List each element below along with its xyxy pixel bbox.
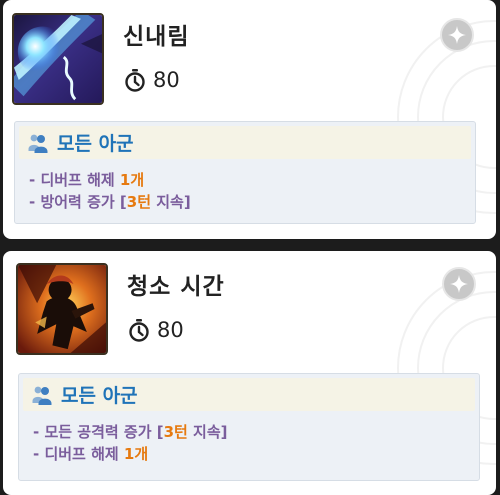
cooldown: 80: [123, 68, 180, 92]
effect-line: - 모든 공격력 증가 [3턴 지속]: [33, 423, 228, 441]
stopwatch-icon: [129, 319, 149, 342]
effect-line: - 디버프 해제 1개: [33, 445, 149, 463]
shadow-figure-icon: [16, 263, 108, 355]
cooldown-value: 80: [157, 318, 184, 342]
allies-icon: [32, 386, 52, 405]
cooldown-value: 80: [153, 68, 180, 92]
effect-box: 모든 아군 - 모든 공격력 증가 [3턴 지속] - 디버프 해제 1개: [18, 373, 480, 481]
stopwatch-icon: [125, 69, 145, 92]
skill-enhance-button[interactable]: [440, 18, 474, 52]
effect-value: 3턴: [163, 423, 188, 441]
effect-line: - 디버프 해제 1개: [29, 171, 145, 189]
target-bar: 모든 아군: [19, 126, 471, 159]
lightning-slash-icon: [12, 13, 104, 105]
target-label: 모든 아군: [61, 385, 138, 407]
skill-enhance-button[interactable]: [442, 267, 476, 301]
skill-card[interactable]: 신내림 80 모든 아군 - 디버프 해제 1개 - 방어력 증가 [3턴 지속: [3, 0, 496, 239]
skill-card[interactable]: 청소 시간 80 모든 아군 - 모든 공격력 증가 [3턴 지속] - 디버프: [3, 251, 496, 495]
sparkle-icon: [448, 26, 466, 44]
effect-value: 3턴: [126, 193, 152, 211]
skill-name: 신내림: [123, 24, 190, 50]
skill-name: 청소 시간: [127, 274, 225, 300]
target-bar: 모든 아군: [23, 378, 475, 411]
sparkle-icon: [450, 275, 468, 293]
effect-line: - 방어력 증가 [3턴 지속]: [29, 193, 191, 211]
effect-value: 1개: [119, 171, 145, 189]
effect-value: 1개: [123, 445, 149, 463]
effect-list: - 모든 공격력 증가 [3턴 지속] - 디버프 해제 1개: [33, 421, 228, 465]
effect-list: - 디버프 해제 1개 - 방어력 증가 [3턴 지속]: [29, 169, 191, 213]
cooldown: 80: [127, 318, 184, 342]
target-label: 모든 아군: [57, 133, 134, 155]
allies-icon: [28, 134, 48, 153]
effect-box: 모든 아군 - 디버프 해제 1개 - 방어력 증가 [3턴 지속]: [14, 121, 476, 224]
